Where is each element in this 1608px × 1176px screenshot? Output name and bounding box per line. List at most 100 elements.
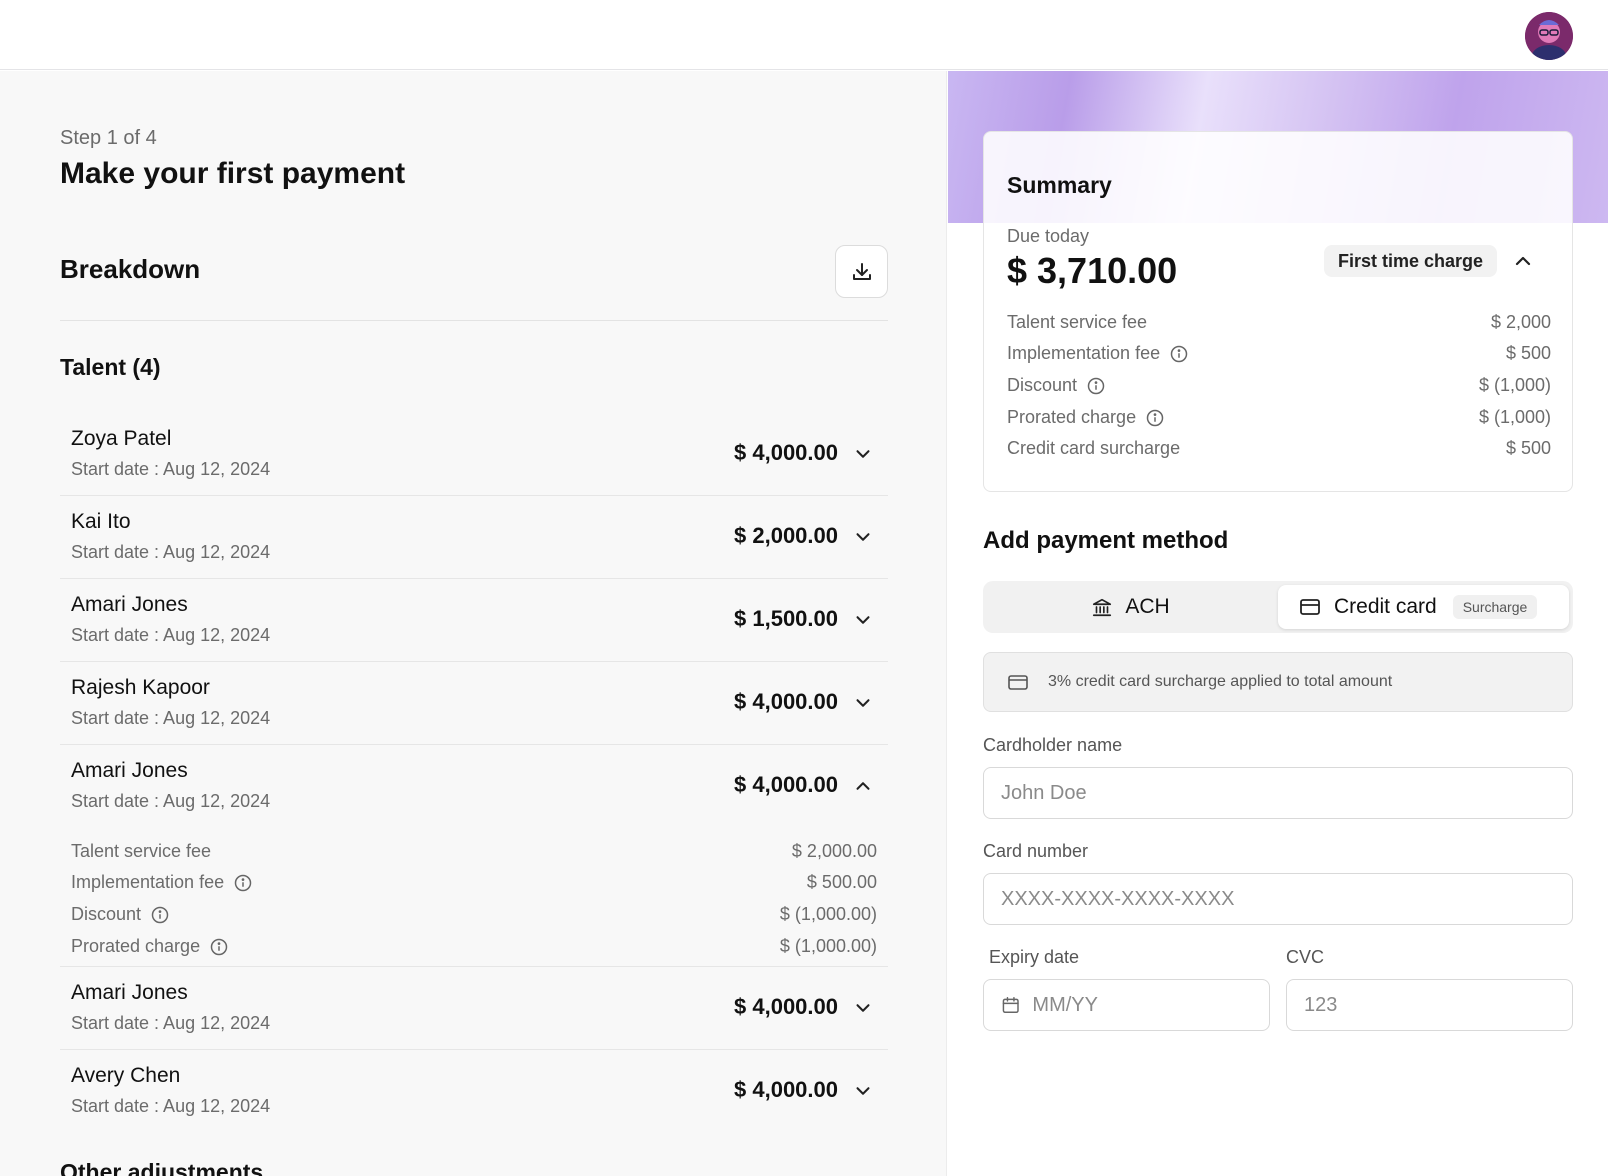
add-payment-method-heading: Add payment method (983, 527, 1229, 554)
table-row[interactable]: Avery Chen Start date : Aug 12, 2024 $ 4… (60, 1050, 888, 1133)
summary-line: Talent service fee $ 2,000 (1007, 312, 1551, 336)
table-row[interactable]: Rajesh Kapoor Start date : Aug 12, 2024 … (60, 662, 888, 745)
chevron-down-icon[interactable] (852, 1080, 874, 1102)
fee-line: Implementation fee $ 500.00 (71, 872, 877, 896)
info-icon[interactable] (1087, 377, 1105, 395)
top-bar (0, 0, 1608, 70)
summary-value: $ (1,000) (1478, 407, 1551, 427)
talent-heading: Talent (4) (60, 354, 161, 380)
talent-amount: $ 4,000.00 (734, 994, 838, 1019)
summary-value: $ 500 (1505, 343, 1551, 363)
chevron-down-icon[interactable] (852, 609, 874, 631)
summary-line: Credit card surcharge $ 500 (1007, 438, 1551, 462)
cvc-field[interactable] (1286, 979, 1573, 1031)
chevron-down-icon[interactable] (852, 997, 874, 1019)
summary-label: Prorated charge (1007, 407, 1137, 427)
expiry-date-field[interactable] (983, 979, 1270, 1031)
credit-card-option[interactable]: Credit card Surcharge (1278, 585, 1569, 629)
avatar[interactable] (1525, 12, 1573, 60)
talent-amount: $ 1,500.00 (734, 606, 838, 631)
cvc-label: CVC (1286, 947, 1325, 967)
expiry-date-input[interactable] (1032, 993, 1269, 1017)
summary-line: Discount $ (1,000) (1007, 375, 1551, 399)
talent-name: Zoya Patel (71, 427, 172, 450)
cvc-input[interactable] (1304, 993, 1572, 1017)
talent-start-date: Start date : Aug 12, 2024 (71, 1096, 271, 1116)
talent-name: Amari Jones (71, 759, 188, 782)
divider (60, 320, 888, 321)
summary-line: Implementation fee $ 500 (1007, 343, 1551, 367)
info-icon[interactable] (1170, 345, 1188, 363)
card-number-field[interactable] (983, 873, 1573, 925)
fee-label: Prorated charge (71, 936, 201, 956)
ach-label: ACH (1125, 595, 1170, 618)
fee-value: $ (1,000.00) (779, 904, 877, 924)
summary-card: Summary Due today $ 3,710.00 First time … (983, 131, 1573, 492)
first-time-charge-badge: First time charge (1324, 245, 1498, 277)
cardholder-name-input[interactable] (1001, 781, 1572, 805)
talent-amount: $ 4,000.00 (734, 689, 838, 714)
fee-line: Talent service fee $ 2,000.00 (71, 841, 877, 865)
talent-amount: $ 4,000.00 (734, 1077, 838, 1102)
ach-option[interactable]: ACH (983, 581, 1278, 633)
step-indicator: Step 1 of 4 (60, 127, 157, 149)
calendar-icon (1002, 996, 1019, 1014)
due-today-label: Due today (1007, 226, 1090, 246)
summary-label: Talent service fee (1007, 312, 1148, 332)
talent-name: Kai Ito (71, 510, 131, 533)
talent-amount: $ 4,000.00 (734, 440, 838, 465)
summary-label: Implementation fee (1007, 343, 1161, 363)
due-today-amount: $ 3,710.00 (1007, 250, 1178, 291)
summary-label: Discount (1007, 375, 1078, 395)
info-icon[interactable] (1146, 409, 1164, 427)
fee-value: $ 2,000.00 (791, 841, 877, 861)
surcharge-notice: 3% credit card surcharge applied to tota… (983, 652, 1573, 712)
summary-value: $ (1,000) (1478, 375, 1551, 395)
talent-name: Avery Chen (71, 1064, 181, 1087)
surcharge-notice-text: 3% credit card surcharge applied to tota… (1048, 673, 1393, 690)
summary-value: $ 2,000 (1490, 312, 1551, 332)
talent-start-date: Start date : Aug 12, 2024 (71, 625, 271, 645)
cardholder-name-field[interactable] (983, 767, 1573, 819)
cardholder-name-label: Cardholder name (983, 735, 1123, 755)
card-number-label: Card number (983, 841, 1089, 861)
talent-name: Amari Jones (71, 981, 188, 1004)
fee-label: Talent service fee (71, 841, 212, 861)
credit-card-icon (1008, 675, 1028, 690)
expiry-date-label: Expiry date (989, 947, 1080, 967)
download-icon (852, 262, 871, 280)
chevron-up-icon[interactable] (1511, 249, 1535, 273)
chevron-down-icon[interactable] (852, 526, 874, 548)
bank-icon (1093, 598, 1112, 617)
talent-amount: $ 2,000.00 (734, 523, 838, 548)
chevron-down-icon[interactable] (852, 692, 874, 714)
talent-amount: $ 4,000.00 (734, 772, 838, 797)
payment-method-toggle: ACH Credit card Surcharge (983, 581, 1573, 633)
fee-label: Implementation fee (71, 872, 225, 892)
info-icon[interactable] (210, 938, 228, 956)
fee-line: Prorated charge $ (1,000.00) (71, 936, 877, 960)
credit-card-icon (1300, 599, 1320, 615)
info-icon[interactable] (234, 874, 252, 892)
fee-line: Discount $ (1,000.00) (71, 904, 877, 928)
chevron-up-icon[interactable] (852, 775, 874, 797)
summary-label: Credit card surcharge (1007, 438, 1181, 458)
talent-start-date: Start date : Aug 12, 2024 (71, 1013, 271, 1033)
fee-value: $ 500.00 (806, 872, 877, 892)
page-title: Make your first payment (60, 157, 406, 190)
talent-name: Amari Jones (71, 593, 188, 616)
table-row-expanded[interactable]: Amari Jones Start date : Aug 12, 2024 $ … (60, 745, 888, 967)
avatar-image (1525, 12, 1573, 60)
talent-name: Rajesh Kapoor (71, 676, 210, 699)
talent-start-date: Start date : Aug 12, 2024 (71, 791, 271, 811)
info-icon[interactable] (151, 906, 169, 924)
table-row[interactable]: Amari Jones Start date : Aug 12, 2024 $ … (60, 967, 888, 1050)
card-number-input[interactable] (1001, 887, 1572, 911)
fee-value: $ (1,000.00) (779, 936, 877, 956)
chevron-down-icon[interactable] (852, 443, 874, 465)
table-row[interactable]: Zoya Patel Start date : Aug 12, 2024 $ 4… (60, 413, 888, 496)
download-button[interactable] (835, 245, 888, 298)
talent-start-date: Start date : Aug 12, 2024 (71, 542, 271, 562)
table-row[interactable]: Amari Jones Start date : Aug 12, 2024 $ … (60, 579, 888, 662)
table-row[interactable]: Kai Ito Start date : Aug 12, 2024 $ 2,00… (60, 496, 888, 579)
